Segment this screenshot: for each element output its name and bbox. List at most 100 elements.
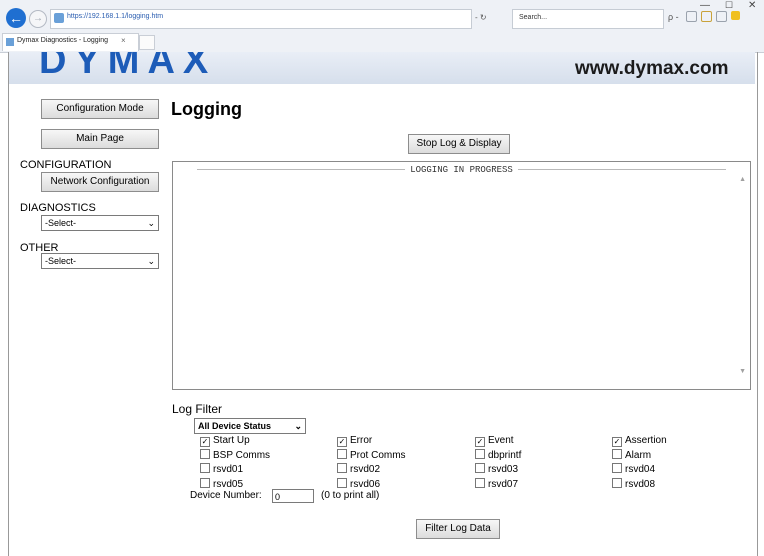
filter-checkbox-rsvd04[interactable]: rsvd04 [612,463,655,475]
logging-status-text: LOGGING IN PROGRESS [410,165,513,175]
checkbox-label: rsvd05 [213,479,244,490]
forward-arrow-icon[interactable]: → [29,10,47,28]
log-filter-title: Log Filter [172,402,223,416]
window-maximize-icon[interactable]: ☐ [725,0,733,11]
checkbox-label: Error [350,435,373,446]
checkbox-label: rsvd08 [625,479,656,490]
favorites-star-icon[interactable] [701,11,712,22]
address-bar[interactable]: https://192.168.1.1/logging.htm [50,9,472,29]
browser-tab[interactable]: Dymax Diagnostics - Logging × [2,33,139,51]
filter-checkbox-rsvd02[interactable]: rsvd02 [337,463,380,475]
search-placeholder: Search... [519,14,548,21]
checkmark-icon[interactable]: ✓ [337,437,347,447]
settings-gear-icon[interactable] [716,11,727,22]
device-status-select[interactable]: All Device Status ⌄ [194,418,306,434]
filter-checkbox-bsp-comms[interactable]: BSP Comms [200,449,270,461]
checkbox-label: rsvd04 [625,464,656,475]
diagnostics-select-value: -Select- [45,218,77,228]
tab-title: Dymax Diagnostics - Logging [17,37,109,44]
checkbox-label: rsvd01 [213,464,244,475]
search-box[interactable]: Search... [512,9,664,29]
window-minimize-icon[interactable]: — [700,0,710,11]
site-url[interactable]: www.dymax.com [575,58,728,80]
filter-checkbox-rsvd06[interactable]: rsvd06 [337,478,380,490]
filter-checkbox-dbprintf[interactable]: dbprintf [475,449,521,461]
checkmark-icon[interactable]: ✓ [612,437,622,447]
back-arrow-icon[interactable]: ← [6,8,26,28]
filter-checkbox-assertion[interactable]: ✓ Assertion [612,435,667,447]
filter-checkbox-alarm[interactable]: Alarm [612,449,651,461]
filter-checkbox-rsvd01[interactable]: rsvd01 [200,463,243,475]
checkbox-box[interactable] [337,449,347,459]
scroll-down-icon[interactable]: ▼ [739,368,746,375]
home-icon[interactable] [686,11,697,22]
filter-checkbox-rsvd03[interactable]: rsvd03 [475,463,518,475]
device-number-label: Device Number: [190,490,262,501]
checkbox-label: Start Up [213,435,250,446]
diagnostics-heading: DIAGNOSTICS [20,202,96,214]
window-close-icon[interactable]: ✕ [748,0,756,11]
checkbox-label: Alarm [625,450,652,461]
filter-checkbox-error[interactable]: ✓ Error [337,435,372,447]
checkbox-box[interactable] [337,478,347,488]
filter-checkbox-prot-comms[interactable]: Prot Comms [337,449,406,461]
filter-checkbox-rsvd07[interactable]: rsvd07 [475,478,518,490]
other-select-value: -Select- [45,256,77,266]
checkmark-icon[interactable]: ✓ [475,437,485,447]
refresh-icon[interactable]: - ↻ [475,13,487,22]
log-output-area[interactable]: LOGGING IN PROGRESS ▲ ▼ [172,161,751,390]
checkbox-box[interactable] [475,478,485,488]
device-number-hint: (0 to print all) [321,490,380,501]
network-configuration-button[interactable]: Network Configuration [41,172,159,192]
device-status-value: All Device Status [198,421,272,431]
checkbox-box[interactable] [612,449,622,459]
checkbox-box[interactable] [200,478,210,488]
checkbox-box[interactable] [612,478,622,488]
checkbox-box[interactable] [337,463,347,473]
tab-close-icon[interactable]: × [121,36,126,45]
tab-favicon-icon [6,38,14,46]
checkbox-label: rsvd06 [350,479,381,490]
filter-checkbox-rsvd08[interactable]: rsvd08 [612,478,655,490]
chevron-down-icon: ⌄ [147,218,155,228]
main-page-button[interactable]: Main Page [41,129,159,149]
address-url: https://192.168.1.1/logging.htm [67,13,164,20]
filter-log-data-button[interactable]: Filter Log Data [416,519,500,539]
stop-log-display-button[interactable]: Stop Log & Display [408,134,510,154]
scroll-up-icon[interactable]: ▲ [739,176,746,183]
other-select[interactable]: -Select- ⌄ [41,253,159,269]
new-tab-button[interactable] [139,35,155,50]
search-icon[interactable]: ρ - [668,12,679,22]
checkbox-label: Assertion [625,435,667,446]
header-banner: DYMAX www.dymax.com [9,52,755,84]
chevron-down-icon: ⌄ [294,421,302,431]
checkbox-label: dbprintf [488,450,522,461]
diagnostics-select[interactable]: -Select- ⌄ [41,215,159,231]
checkbox-box[interactable] [200,463,210,473]
checkbox-box[interactable] [475,463,485,473]
filter-checkbox-event[interactable]: ✓ Event [475,435,514,447]
checkbox-box[interactable] [612,463,622,473]
checkbox-label: Event [488,435,514,446]
chevron-down-icon: ⌄ [147,256,155,266]
checkbox-box[interactable] [200,449,210,459]
legend-rule-left [196,169,405,171]
checkbox-label: Prot Comms [350,450,406,461]
configuration-mode-button[interactable]: Configuration Mode [41,99,159,119]
checkmark-icon[interactable]: ✓ [200,437,210,447]
checkbox-label: rsvd03 [488,464,519,475]
checkbox-box[interactable] [475,449,485,459]
checkbox-label: BSP Comms [213,450,271,461]
legend-rule-right [518,169,727,171]
configuration-heading: CONFIGURATION [20,159,112,171]
filter-checkbox-start-up[interactable]: ✓ Start Up [200,435,250,447]
checkbox-label: rsvd07 [488,479,519,490]
dymax-logo: DYMAX [39,52,217,82]
filter-checkbox-rsvd05[interactable]: rsvd05 [200,478,243,490]
log-legend: LOGGING IN PROGRESS [173,165,750,175]
checkbox-label: rsvd02 [350,464,381,475]
page-favicon-icon [54,13,64,23]
device-number-input[interactable]: 0 [272,489,314,503]
page-title: Logging [171,99,242,119]
smiley-feedback-icon[interactable] [731,11,740,20]
